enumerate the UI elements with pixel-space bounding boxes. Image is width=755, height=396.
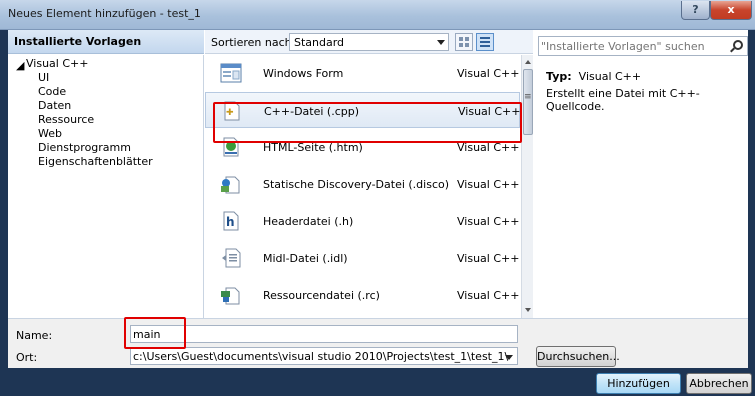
template-language: Visual C++: [458, 105, 520, 118]
tree-item-visual-cpp[interactable]: Visual C++: [26, 57, 88, 70]
template-list-scrollbar[interactable]: [521, 55, 533, 318]
tree-expand-icon[interactable]: ◢: [16, 59, 24, 72]
template-name: C++-Datei (.cpp): [264, 105, 360, 118]
installed-templates-label: Installierte Vorlagen: [14, 35, 142, 48]
installed-templates-header: Installierte Vorlagen: [8, 30, 204, 54]
list-view-icon: [480, 37, 490, 47]
scroll-thumb[interactable]: [523, 69, 533, 135]
template-list: Windows Form Visual C++ ✚ C++-Datei (.cp…: [205, 55, 520, 318]
template-language: Visual C++: [457, 289, 520, 302]
tree-item-code[interactable]: Code: [38, 85, 66, 98]
template-row[interactable]: h Headerdatei (.h) Visual C++: [205, 203, 520, 239]
svg-text:✚: ✚: [226, 108, 234, 118]
location-label: Ort:: [16, 351, 38, 364]
search-icon[interactable]: [733, 40, 743, 50]
html-page-icon: [223, 137, 239, 157]
template-language: Visual C++: [457, 178, 520, 191]
tree-item-web[interactable]: Web: [38, 127, 62, 140]
tree-item-ui[interactable]: UI: [38, 71, 49, 84]
template-row-selected[interactable]: ✚ C++-Datei (.cpp) Visual C++: [205, 92, 520, 128]
type-label: Typ:: [546, 70, 572, 83]
name-field[interactable]: [130, 325, 518, 343]
tree-item-data[interactable]: Daten: [38, 99, 71, 112]
cancel-button[interactable]: Abbrechen: [686, 373, 752, 394]
cpp-file-icon: ✚: [224, 101, 240, 121]
template-language: Visual C++: [457, 252, 520, 265]
help-button[interactable]: ?: [681, 1, 710, 20]
description-text: Erstellt eine Datei mit C++-Quellcode.: [546, 87, 700, 113]
grid-view-button[interactable]: [455, 33, 473, 51]
list-view-button[interactable]: [476, 33, 494, 51]
scroll-down-icon[interactable]: [523, 305, 533, 315]
scroll-up-icon[interactable]: [523, 57, 533, 67]
template-row[interactable]: Midl-Datei (.idl) Visual C++: [205, 240, 520, 276]
template-row[interactable]: Statische Discovery-Datei (.disco) Visua…: [205, 166, 520, 202]
browse-button[interactable]: Durchsuchen...: [536, 346, 620, 367]
name-label: Name:: [16, 329, 53, 342]
template-language: Visual C++: [457, 141, 520, 154]
add-button[interactable]: Hinzufügen: [596, 373, 681, 394]
template-row[interactable]: HTML-Seite (.htm) Visual C++: [205, 129, 520, 165]
template-language: Visual C++: [457, 215, 520, 228]
svg-text:h: h: [226, 215, 235, 229]
template-name: Midl-Datei (.idl): [263, 252, 348, 265]
template-language: Visual C++: [457, 67, 520, 80]
template-search[interactable]: [538, 36, 748, 56]
window-title: Neues Element hinzufügen - test_1: [8, 7, 201, 20]
tree-item-property-sheets[interactable]: Eigenschaftenblätter: [38, 155, 153, 168]
template-row[interactable]: Windows Form Visual C++: [205, 55, 520, 91]
grid-view-icon: [459, 37, 469, 47]
template-name: Ressourcendatei (.rc): [263, 289, 380, 302]
chevron-down-icon: [437, 40, 445, 45]
chevron-down-icon: [505, 355, 513, 360]
close-button[interactable]: x: [710, 1, 752, 20]
tree-item-resource[interactable]: Ressource: [38, 113, 94, 126]
sort-label: Sortieren nach:: [211, 36, 296, 49]
sort-toolbar: Sortieren nach: Standard: [205, 30, 533, 54]
template-name: Headerdatei (.h): [263, 215, 354, 228]
title-bar: Neues Element hinzufügen - test_1 ? x: [0, 0, 755, 30]
template-name: Windows Form: [263, 67, 344, 80]
sort-dropdown[interactable]: Standard: [289, 33, 449, 51]
header-file-icon: h: [223, 211, 239, 231]
sort-dropdown-value: Standard: [294, 36, 345, 49]
template-name: HTML-Seite (.htm): [263, 141, 363, 154]
template-category-tree: ◢ Visual C++ UI Code Daten Ressource Web…: [8, 55, 204, 318]
tree-item-utility[interactable]: Dienstprogramm: [38, 141, 131, 154]
location-dropdown[interactable]: c:\Users\Guest\documents\visual studio 2…: [130, 347, 518, 365]
template-name: Statische Discovery-Datei (.disco): [263, 178, 450, 191]
location-value: c:\Users\Guest\documents\visual studio 2…: [133, 350, 509, 363]
midl-file-icon: [222, 248, 241, 268]
template-description: Typ: Visual C++ Erstellt eine Datei mit …: [546, 70, 746, 113]
template-row[interactable]: Ressourcendatei (.rc) Visual C++: [205, 277, 520, 313]
type-value: Visual C++: [578, 70, 642, 83]
windows-form-icon: [220, 63, 242, 83]
template-search-input[interactable]: [541, 38, 727, 54]
disco-file-icon: [221, 176, 240, 194]
resource-file-icon: [221, 287, 240, 305]
